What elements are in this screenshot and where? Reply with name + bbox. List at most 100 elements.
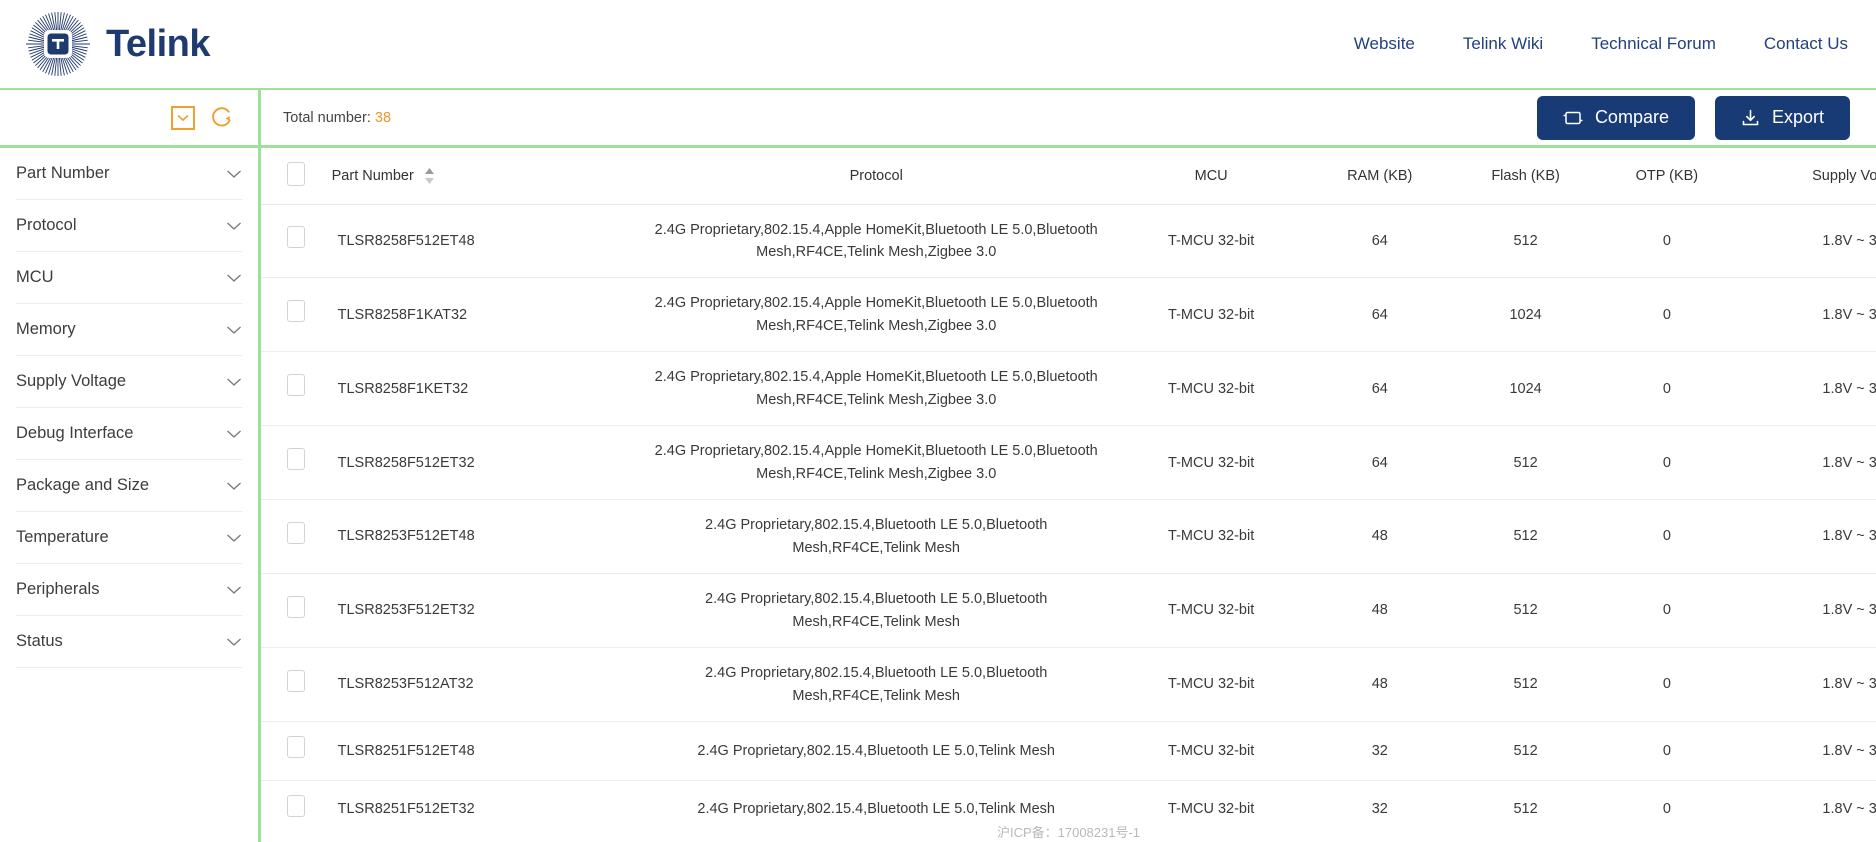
column-header-part-number[interactable]: Part Number bbox=[331, 148, 637, 205]
table-row[interactable]: TLSR8251F512ET242.4G Proprietary,802.15.… bbox=[261, 838, 1876, 842]
chevron-down-icon bbox=[227, 430, 241, 438]
table-row[interactable]: TLSR8251F512ET48 2.4G Proprietary,802.15.… bbox=[261, 721, 1876, 781]
cell-supply-voltage: 1.8V ~ 3.6V bbox=[1735, 838, 1876, 842]
row-checkbox[interactable] bbox=[287, 736, 306, 759]
cell-supply-voltage: 1.8V ~ 3.6V bbox=[1735, 499, 1876, 575]
reset-refresh-icon[interactable] bbox=[209, 105, 234, 130]
table-row[interactable]: TLSR8253F512AT32 2.4G Proprietary,802.15.… bbox=[261, 647, 1876, 723]
brand-name: Telink bbox=[106, 23, 211, 65]
table-row[interactable]: TLSR8258F512ET32 2.4G Proprietary,802.15.… bbox=[261, 425, 1876, 501]
cell-ram-kb: 48 bbox=[1306, 573, 1453, 649]
select-all-header bbox=[261, 148, 332, 205]
cell-otp-kb: 0 bbox=[1598, 780, 1736, 840]
column-header-protocol[interactable]: Protocol bbox=[636, 148, 1116, 205]
cell-ram-kb: 48 bbox=[1306, 499, 1453, 575]
cell-part-number: TLSR8258F1KET32 bbox=[331, 351, 637, 427]
row-checkbox[interactable] bbox=[287, 669, 306, 692]
chevron-down-icon bbox=[227, 274, 241, 282]
filter-item-peripherals[interactable]: Peripherals bbox=[16, 564, 242, 616]
filter-label: MCU bbox=[16, 268, 54, 286]
nav-link-website[interactable]: Website bbox=[1330, 34, 1439, 54]
filter-label: Temperature bbox=[16, 528, 109, 546]
filter-item-supply-voltage[interactable]: Supply Voltage bbox=[16, 356, 242, 408]
filter-label: Package and Size bbox=[16, 476, 150, 494]
telink-starburst-logo-icon bbox=[26, 12, 90, 76]
table-row[interactable]: TLSR8253F512ET32 2.4G Proprietary,802.15.… bbox=[261, 573, 1876, 649]
chevron-down-icon bbox=[227, 170, 241, 178]
results-toolbar: Total number: 38 Compare Export bbox=[261, 90, 1876, 148]
chevron-down-box-icon[interactable] bbox=[171, 105, 195, 130]
products-table-container[interactable]: Part Number Protocol MCU RAM (KB) Flash … bbox=[258, 148, 1876, 842]
filter-label: Part Number bbox=[16, 164, 110, 182]
cell-mcu: T-MCU 32-bit bbox=[1115, 499, 1307, 575]
row-checkbox[interactable] bbox=[287, 374, 306, 397]
filter-item-status[interactable]: Status bbox=[16, 616, 242, 668]
cell-part-number: TLSR8251F512ET24 bbox=[331, 838, 637, 842]
site-header: Telink Website Telink Wiki Technical For… bbox=[0, 0, 1876, 90]
row-checkbox[interactable] bbox=[287, 226, 306, 249]
row-checkbox[interactable] bbox=[287, 521, 306, 544]
cell-protocol: 2.4G Proprietary,802.15.4,Apple HomeKit,… bbox=[636, 277, 1116, 353]
chevron-down-icon bbox=[227, 326, 241, 334]
row-select-cell bbox=[261, 647, 332, 723]
filter-item-mcu[interactable]: MCU bbox=[16, 252, 242, 304]
table-header-row: Part Number Protocol MCU RAM (KB) Flash … bbox=[261, 148, 1876, 205]
product-selector-page: Telink Website Telink Wiki Technical For… bbox=[0, 0, 1876, 842]
column-header-flash-kb[interactable]: Flash (KB) bbox=[1452, 148, 1599, 205]
cell-ram-kb: 32 bbox=[1306, 721, 1453, 781]
filter-item-package-and-size[interactable]: Package and Size bbox=[16, 460, 242, 512]
cell-part-number: TLSR8251F512ET32 bbox=[331, 780, 637, 840]
filter-item-debug-interface[interactable]: Debug Interface bbox=[16, 408, 242, 460]
main-content: Total number: 38 Compare Export Part Num… bbox=[258, 90, 1876, 842]
column-header-supply-voltage[interactable]: Supply Voltage bbox=[1735, 148, 1876, 205]
table-row[interactable]: TLSR8258F512ET48 2.4G Proprietary,802.15.… bbox=[261, 204, 1876, 279]
cell-protocol: 2.4G Proprietary,802.15.4,Apple HomeKit,… bbox=[636, 425, 1116, 501]
column-header-ram-kb[interactable]: RAM (KB) bbox=[1306, 148, 1453, 205]
chevron-down-icon bbox=[227, 534, 241, 542]
filter-item-part-number[interactable]: Part Number bbox=[16, 148, 242, 200]
cell-part-number: TLSR8253F512AT32 bbox=[331, 647, 637, 723]
select-all-checkbox[interactable] bbox=[287, 161, 306, 186]
cell-protocol: 2.4G Proprietary,802.15.4,Bluetooth LE 5… bbox=[636, 499, 1116, 575]
nav-link-telink-wiki[interactable]: Telink Wiki bbox=[1439, 34, 1567, 54]
cell-flash-kb: 512 bbox=[1452, 499, 1599, 575]
cell-part-number: TLSR8251F512ET48 bbox=[331, 721, 637, 781]
filter-item-memory[interactable]: Memory bbox=[16, 304, 242, 356]
cell-part-number: TLSR8253F512ET48 bbox=[331, 499, 637, 575]
cell-part-number: TLSR8253F512ET32 bbox=[331, 573, 637, 649]
column-header-otp-kb[interactable]: OTP (KB) bbox=[1598, 148, 1736, 205]
nav-link-technical-forum[interactable]: Technical Forum bbox=[1567, 34, 1740, 54]
table-row[interactable]: TLSR8258F1KET32 2.4G Proprietary,802.15.4… bbox=[261, 351, 1876, 427]
cell-protocol: 2.4G Proprietary,802.15.4,Bluetooth LE 5… bbox=[636, 721, 1116, 781]
row-select-cell bbox=[261, 425, 332, 501]
cell-protocol: 2.4G Proprietary,802.15.4,Apple HomeKit,… bbox=[636, 351, 1116, 427]
row-checkbox[interactable] bbox=[287, 300, 306, 323]
brand-logo[interactable]: Telink bbox=[26, 12, 211, 76]
table-row[interactable]: TLSR8258F1KAT32 2.4G Proprietary,802.15.4… bbox=[261, 277, 1876, 353]
sort-arrows-icon[interactable] bbox=[424, 167, 435, 185]
cell-otp-kb: 0 bbox=[1598, 838, 1736, 842]
cell-ram-kb: 32 bbox=[1306, 838, 1453, 842]
table-row[interactable]: TLSR8251F512ET32 2.4G Proprietary,802.15.… bbox=[261, 780, 1876, 840]
row-checkbox[interactable] bbox=[287, 448, 306, 471]
toolbar-actions: Compare Export bbox=[1536, 95, 1850, 140]
table-row[interactable]: TLSR8253F512ET48 2.4G Proprietary,802.15.… bbox=[261, 499, 1876, 575]
cell-ram-kb: 48 bbox=[1306, 647, 1453, 723]
compare-button[interactable]: Compare bbox=[1536, 95, 1695, 140]
filter-item-temperature[interactable]: Temperature bbox=[16, 512, 242, 564]
total-count-value: 38 bbox=[374, 109, 392, 126]
cell-flash-kb: 512 bbox=[1452, 721, 1599, 781]
nav-link-contact-us[interactable]: Contact Us bbox=[1740, 34, 1848, 54]
cell-supply-voltage: 1.8V ~ 3.6V bbox=[1735, 277, 1876, 353]
row-checkbox[interactable] bbox=[287, 794, 306, 817]
filter-item-protocol[interactable]: Protocol bbox=[16, 200, 242, 252]
row-checkbox[interactable] bbox=[287, 595, 306, 618]
column-header-mcu[interactable]: MCU bbox=[1115, 148, 1307, 205]
cell-otp-kb: 0 bbox=[1598, 721, 1736, 781]
cell-flash-kb: 512 bbox=[1452, 425, 1599, 501]
cell-otp-kb: 0 bbox=[1598, 499, 1736, 575]
row-select-cell bbox=[261, 838, 332, 842]
chevron-down-icon bbox=[227, 586, 241, 594]
filter-label: Protocol bbox=[16, 216, 77, 234]
export-button[interactable]: Export bbox=[1714, 95, 1850, 140]
